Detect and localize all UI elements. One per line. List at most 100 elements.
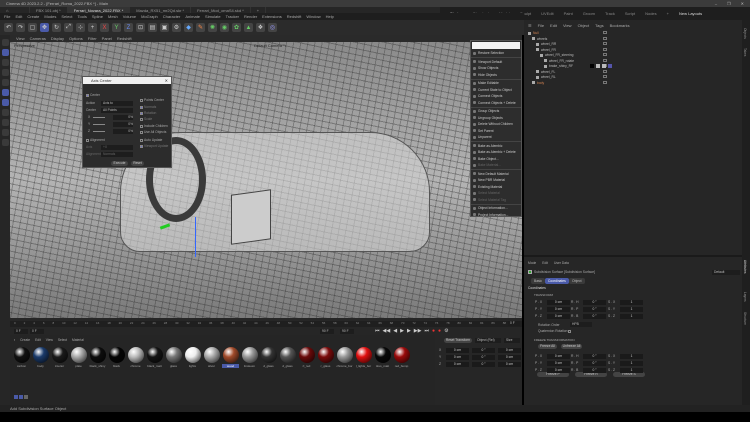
new-layouts-button[interactable]: New Layouts — [679, 11, 702, 16]
material-swatch[interactable]: interior — [51, 347, 68, 368]
coord-position-field[interactable]: 0 cm — [446, 362, 469, 367]
light-icon[interactable]: ◎ — [268, 23, 277, 32]
side-tab-objects[interactable]: Objects — [743, 28, 747, 39]
coord-mode-select[interactable]: Object (Rel) — [475, 338, 501, 343]
z-slider[interactable] — [93, 131, 105, 132]
context-menu-item[interactable]: Hide Objects — [471, 72, 521, 79]
layout-tab-groom[interactable]: Groom — [583, 11, 595, 16]
material-swatch[interactable]: rl_red — [298, 347, 315, 368]
play-icon[interactable]: ▶ — [400, 328, 404, 334]
menu-animate[interactable]: Animate — [185, 14, 200, 19]
material-menu-material[interactable]: Material — [72, 338, 84, 342]
attr-menu-edit[interactable]: Edit — [542, 261, 548, 265]
deformer-icon[interactable]: ✿ — [232, 23, 241, 32]
x-field[interactable]: 0% — [113, 115, 133, 120]
y-axis-icon[interactable]: Y — [112, 23, 121, 32]
visibility-dots[interactable] — [603, 47, 607, 51]
material-swatch[interactable]: carbon — [13, 347, 30, 368]
size-mode-select[interactable]: Size — [504, 338, 520, 343]
context-menu-item[interactable]: Connect Objects + Delete — [471, 100, 521, 107]
menu-simulate[interactable]: Simulate — [205, 14, 221, 19]
viewport-menu-display[interactable]: Display — [51, 36, 64, 41]
freeze-r-button[interactable]: Freeze R — [575, 372, 607, 377]
include-children-checkbox[interactable]: Include Children — [140, 124, 168, 128]
current-frame-field[interactable]: 0 F — [14, 329, 28, 334]
context-search-input[interactable] — [472, 42, 520, 49]
go-to-end-icon[interactable]: ⏭ — [425, 328, 430, 334]
menu-select[interactable]: Select — [61, 14, 72, 19]
coord-value[interactable]: 1 — [620, 299, 643, 305]
coord-value[interactable]: 0 cm — [547, 360, 570, 366]
material-swatch[interactable]: plate — [70, 347, 87, 368]
model-mode-icon[interactable] — [1, 49, 9, 56]
menu-mesh[interactable]: Mesh — [108, 14, 118, 19]
redo-icon[interactable]: ↷ — [16, 23, 25, 32]
dialog-close-icon[interactable]: ✕ — [165, 78, 168, 83]
add-layout-icon[interactable]: + — [667, 11, 669, 16]
visibility-dots[interactable] — [603, 80, 607, 84]
coord-value[interactable]: 0 ° — [583, 360, 606, 366]
x-slider[interactable] — [93, 117, 105, 118]
layout-tab-track[interactable]: Track — [605, 11, 615, 16]
y-axis-gizmo[interactable] — [195, 217, 196, 257]
objmgr-menu-bookmarks[interactable]: Bookmarks — [610, 23, 630, 28]
snap-icon[interactable] — [1, 109, 9, 116]
viewport-menu-filter[interactable]: Filter — [88, 36, 97, 41]
material-swatch[interactable]: wood — [222, 347, 239, 368]
context-menu-item[interactable]: Project Information... — [471, 212, 521, 219]
maximize-button[interactable]: ❐ — [727, 1, 731, 6]
axis-mode-icon[interactable] — [1, 99, 9, 106]
move-icon[interactable]: ✥ — [40, 23, 49, 32]
alignment-checkbox[interactable]: Alignment — [86, 138, 105, 142]
menu-redshift[interactable]: Redshift — [287, 14, 302, 19]
start-frame-field[interactable]: 0 F — [30, 329, 44, 334]
freeze-all-button[interactable]: Freeze All — [538, 344, 557, 349]
generator-icon[interactable]: ◉ — [220, 23, 229, 32]
layout-tab-paint[interactable]: Paint — [564, 11, 573, 16]
object-row[interactable]: body — [528, 80, 628, 86]
y-slider[interactable] — [93, 124, 105, 125]
viewport-update-checkbox[interactable]: Viewport Update — [140, 144, 168, 148]
viewport-menu-redshift[interactable]: Redshift — [117, 36, 132, 41]
material-swatch[interactable]: lights — [184, 347, 201, 368]
autokey-icon[interactable]: ● — [438, 328, 441, 334]
world-icon[interactable]: + — [88, 23, 97, 32]
select-icon[interactable]: ▢ — [28, 23, 37, 32]
execute-button[interactable]: Execute — [111, 161, 128, 166]
layout-tab-script[interactable]: Script — [625, 11, 635, 16]
coord-value[interactable]: 0 ° — [583, 353, 606, 359]
coord-position-field[interactable]: 0 cm — [446, 348, 469, 353]
material-tag-icon[interactable] — [590, 64, 594, 68]
view-icon[interactable] — [24, 395, 28, 399]
center-select[interactable]: All Points — [101, 108, 133, 113]
close-button[interactable]: ✕ — [741, 1, 744, 6]
center-checkbox[interactable]: Center — [86, 93, 100, 97]
menu-tracker[interactable]: Tracker — [226, 14, 239, 19]
timeline-ruler[interactable]: 0 2 4 6 8 10 12 14 16 18 20 22 24 26 28 30 32 34 36 38 40 42 4… — [10, 321, 522, 327]
coord-value[interactable]: 1 — [620, 353, 643, 359]
menu-file[interactable]: File — [4, 14, 10, 19]
visibility-dots[interactable] — [603, 75, 607, 78]
mograph-icon[interactable]: ▲ — [244, 23, 253, 32]
objmgr-menu-view[interactable]: View — [563, 23, 572, 28]
coord-value[interactable]: 0 cm — [547, 306, 570, 312]
material-swatch[interactable]: tires_matt — [374, 347, 391, 368]
subdivision-icon[interactable]: ✺ — [208, 23, 217, 32]
coord-position-field[interactable]: 0 cm — [446, 355, 469, 360]
make-editable-icon[interactable] — [1, 39, 9, 46]
reset-transform-button[interactable]: Reset Transform — [444, 338, 472, 343]
workplane-icon[interactable] — [1, 139, 9, 146]
material-swatch[interactable]: l_lights_bor — [355, 347, 372, 368]
tab-basic[interactable]: Basic — [531, 278, 546, 284]
visibility-dots[interactable] — [603, 69, 607, 73]
render-view-icon[interactable]: ▤ — [148, 23, 157, 32]
edges-mode-icon[interactable] — [1, 69, 9, 76]
side-tab-takes[interactable]: Takes — [743, 48, 747, 56]
rotate-icon[interactable]: ↻ — [52, 23, 61, 32]
coord-size-field[interactable]: 0 cm — [498, 348, 521, 353]
menu-window[interactable]: Window — [306, 14, 320, 19]
render-picture-viewer-icon[interactable]: ▣ — [160, 23, 169, 32]
scale-checkbox[interactable]: Scale — [140, 117, 152, 121]
coord-value[interactable]: 0 cm — [547, 367, 570, 373]
use-all-objects-checkbox[interactable]: Use All Objects — [140, 130, 166, 134]
